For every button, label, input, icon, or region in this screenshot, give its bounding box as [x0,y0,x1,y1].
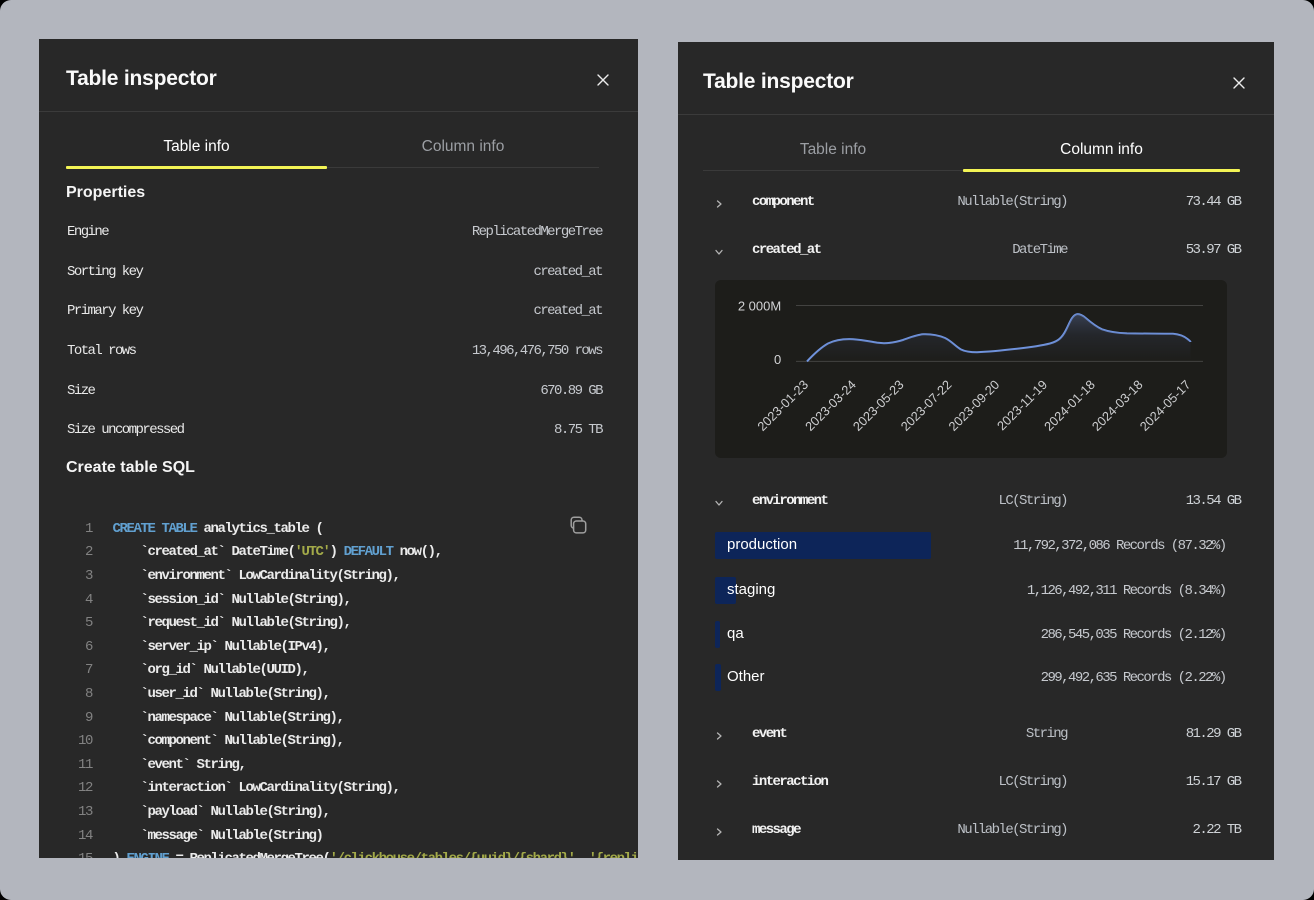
svg-text:2 000M: 2 000M [738,299,781,314]
svg-text:2023-03-24: 2023-03-24 [802,377,859,434]
svg-text:2024-01-18: 2024-01-18 [1041,377,1098,434]
svg-text:2023-05-23: 2023-05-23 [850,377,907,434]
svg-text:2024-05-17: 2024-05-17 [1137,377,1194,434]
svg-text:0: 0 [774,352,781,367]
svg-text:2023-01-23: 2023-01-23 [754,377,811,434]
svg-text:2023-09-20: 2023-09-20 [945,377,1002,434]
svg-text:2024-03-18: 2024-03-18 [1089,377,1146,434]
svg-text:2023-07-22: 2023-07-22 [898,377,955,434]
